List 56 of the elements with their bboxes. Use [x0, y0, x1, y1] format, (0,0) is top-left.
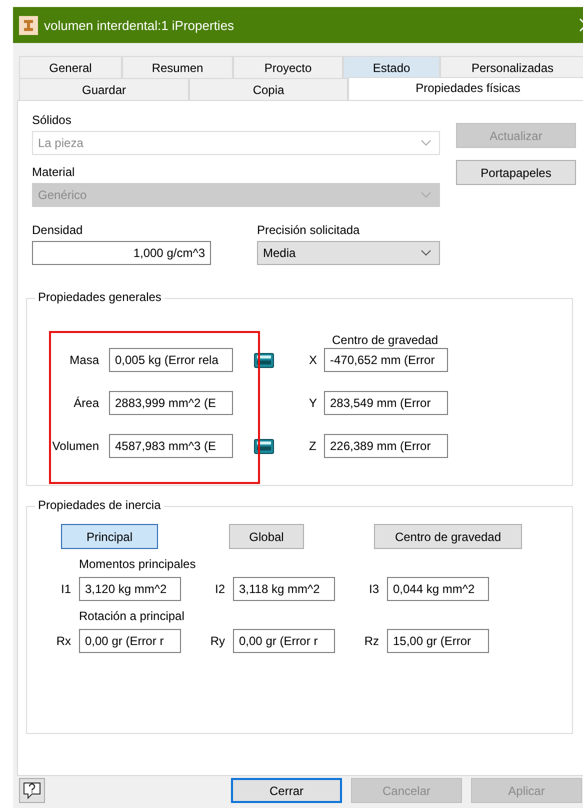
value-field: 0,00 gr (Error r — [233, 629, 335, 653]
field-label: Sólidos — [32, 113, 72, 129]
section-label: Rotación a principal — [79, 609, 186, 625]
dialog-button[interactable]: Cerrar — [231, 778, 342, 803]
field-label: Densidad — [32, 223, 84, 239]
window-title: volumen interdental:1 iProperties — [44, 18, 234, 32]
value-field: 226,389 mm (Error — [324, 434, 448, 458]
axis-label: Z — [309, 439, 318, 453]
chevron-icon — [421, 192, 431, 198]
field-label: Precisión solicitada — [257, 223, 361, 239]
density-field[interactable]: 1,000 g/cm^3 — [32, 241, 211, 265]
axis-label: X — [309, 353, 318, 367]
value-field: 283,549 mm (Error — [324, 391, 448, 415]
tab[interactable]: Proyecto — [233, 56, 343, 78]
field-label: Material — [32, 165, 76, 181]
tab[interactable]: Guardar — [19, 78, 189, 100]
field-label: Área — [72, 396, 100, 410]
value-field: 3,118 kg mm^2 — [233, 577, 335, 601]
field-label: Ry — [209, 634, 226, 648]
field-label: Rz — [363, 634, 380, 648]
field-label: I2 — [214, 582, 226, 596]
value-field: 3,120 kg mm^2 — [79, 577, 181, 601]
mode-button[interactable]: Principal — [61, 524, 158, 549]
precision-dropdown[interactable]: Media — [257, 241, 440, 265]
value-field: 0,005 kg (Error rela — [109, 348, 233, 372]
tab[interactable]: Estado — [343, 56, 440, 78]
field-label: I1 — [60, 582, 72, 596]
calculator-icon[interactable] — [254, 352, 274, 368]
field-label: Volumen — [51, 439, 100, 453]
tab[interactable]: Propiedades físicas — [348, 77, 583, 100]
tab[interactable]: Personalizadas — [440, 56, 583, 78]
group-title: Propiedades generales — [35, 290, 164, 304]
group-title: Propiedades de inercia — [35, 498, 164, 512]
tab[interactable]: General — [19, 56, 122, 78]
side-button[interactable]: Portapapeles — [456, 160, 576, 185]
field-label: Masa — [68, 353, 100, 367]
field-label: Rx — [55, 634, 72, 648]
help-icon[interactable] — [19, 778, 45, 803]
tab[interactable]: Copia — [189, 78, 348, 100]
axis-label: Y — [309, 396, 318, 410]
value-field: 4587,983 mm^3 (E — [109, 434, 233, 458]
value-field: 2883,999 mm^2 (E — [109, 391, 233, 415]
app-icon — [19, 16, 38, 34]
value-field: 0,044 kg mm^2 — [387, 577, 489, 601]
field-label: I3 — [368, 582, 380, 596]
value-field: 0,00 gr (Error r — [79, 629, 181, 653]
mode-button[interactable]: Centro de gravedad — [374, 524, 522, 549]
tab[interactable]: Resumen — [122, 56, 233, 78]
value-field: 15,00 gr (Error — [387, 629, 489, 653]
column-title: Centro de gravedad — [332, 333, 438, 347]
mode-button[interactable]: Global — [229, 524, 304, 549]
value-field: -470,652 mm (Error — [324, 348, 448, 372]
section-label: Momentos principales — [79, 557, 197, 573]
calculator-icon[interactable] — [254, 438, 274, 454]
chevron-icon — [421, 250, 431, 256]
chevron-icon — [421, 140, 431, 146]
